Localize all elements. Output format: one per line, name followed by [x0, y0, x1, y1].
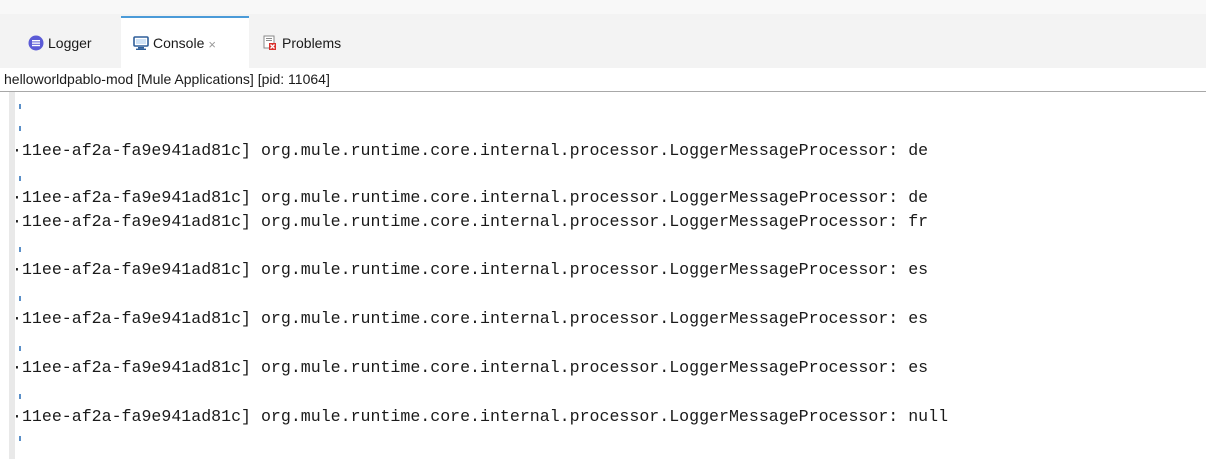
log-line: ·11ee-af2a-fa9e941ad81c] org.mule.runtim…	[12, 358, 929, 377]
console-output[interactable]: ·11ee-af2a-fa9e941ad81c] org.mule.runtim…	[0, 92, 1206, 459]
line-marker	[19, 296, 21, 301]
tab-logger-label: Logger	[48, 35, 92, 51]
log-line: ·11ee-af2a-fa9e941ad81c] org.mule.runtim…	[12, 188, 929, 207]
line-marker	[19, 436, 21, 441]
log-line: ·11ee-af2a-fa9e941ad81c] org.mule.runtim…	[12, 407, 949, 426]
line-marker	[19, 126, 21, 131]
log-line: ·11ee-af2a-fa9e941ad81c] org.mule.runtim…	[12, 309, 929, 328]
line-marker	[19, 346, 21, 351]
tab-logger[interactable]: Logger	[28, 18, 92, 68]
tab-bar: Logger Console × Problems	[0, 0, 1206, 68]
line-marker	[19, 394, 21, 399]
log-line: ·11ee-af2a-fa9e941ad81c] org.mule.runtim…	[12, 260, 929, 279]
tab-problems-label: Problems	[282, 35, 342, 51]
top-strip	[0, 0, 1206, 14]
console-view: Logger Console × Problems helloworldpabl…	[0, 0, 1206, 459]
tab-console[interactable]: Console ×	[121, 16, 249, 68]
line-marker	[19, 176, 21, 181]
close-icon[interactable]: ×	[208, 37, 216, 52]
problems-icon	[262, 35, 278, 51]
console-title: helloworldpablo-mod [Mule Applications] …	[0, 68, 1206, 92]
tab-problems[interactable]: Problems	[262, 18, 341, 68]
line-marker	[19, 104, 21, 109]
tab-console-label: Console	[153, 35, 205, 51]
log-line: ·11ee-af2a-fa9e941ad81c] org.mule.runtim…	[12, 141, 929, 160]
log-line: ·11ee-af2a-fa9e941ad81c] org.mule.runtim…	[12, 212, 929, 231]
line-marker	[19, 247, 21, 252]
console-icon	[133, 35, 149, 51]
logger-icon	[28, 35, 44, 51]
